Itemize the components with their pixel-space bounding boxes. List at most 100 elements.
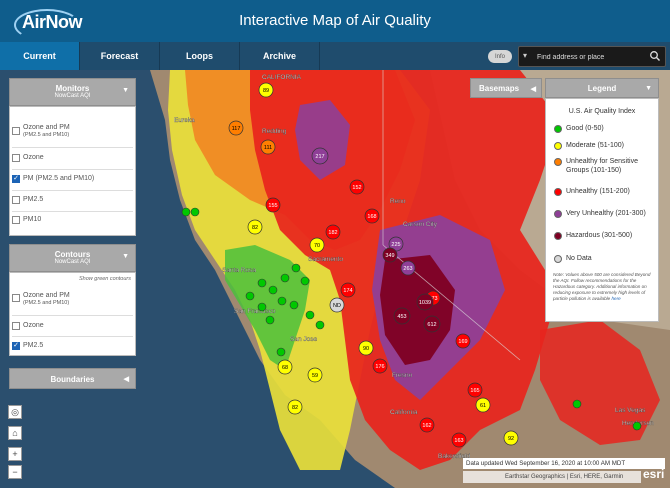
- tab-archive[interactable]: Archive: [240, 42, 320, 70]
- chevron-down-icon[interactable]: ▼: [645, 85, 652, 92]
- checkbox-pm[interactable]: ✓: [12, 175, 20, 183]
- place-label: Reno: [390, 198, 406, 205]
- legend-note-link[interactable]: here: [611, 296, 620, 301]
- checkbox-contour-ozone-pm[interactable]: [12, 294, 20, 302]
- monitor-marker: [300, 276, 310, 286]
- search-icon[interactable]: [649, 50, 661, 62]
- info-button[interactable]: Info: [488, 50, 512, 63]
- legend-dot: [554, 142, 562, 150]
- divider: [12, 336, 133, 337]
- monitors-title: Monitors: [55, 84, 90, 93]
- divider: [12, 147, 133, 148]
- monitor-value: 612: [427, 322, 436, 328]
- checkbox-contour-ozone[interactable]: [12, 322, 20, 330]
- legend-label: Unhealthy for Sensitive Groups (101-150): [566, 158, 638, 174]
- monitor-value: 349: [385, 253, 394, 259]
- home-icon[interactable]: ⌂: [8, 426, 22, 440]
- legend-header[interactable]: Legend ▼: [545, 78, 659, 98]
- monitor-value: 217: [315, 154, 324, 160]
- contours-panel-header[interactable]: Contours NowCast AQI ▼: [9, 244, 136, 272]
- chevron-left-icon[interactable]: ◀: [124, 375, 129, 383]
- chevron-down-icon[interactable]: ▼: [122, 87, 129, 94]
- monitor-value: 152: [352, 185, 361, 191]
- place-label: Carson City: [403, 221, 438, 228]
- monitor-marker: [305, 310, 315, 320]
- boundaries-panel-header[interactable]: Boundaries ◀: [9, 368, 136, 389]
- monitor-marker: [268, 285, 278, 295]
- monitor-value: 1039: [419, 300, 431, 306]
- checkbox-ozone-pm[interactable]: [12, 127, 20, 135]
- legend-title: Legend: [587, 83, 617, 93]
- legend-note: Note: Values above 500 are considered Be…: [553, 272, 655, 302]
- search-box: ▾: [518, 46, 666, 67]
- place-label: Fresno: [392, 372, 413, 379]
- monitor-marker: [291, 263, 301, 273]
- contour-option-ozone: Ozone: [23, 322, 44, 329]
- contours-title: Contours: [54, 250, 91, 259]
- option-pm25: PM2.5: [23, 196, 44, 203]
- legend-panel: U.S. Air Quality Index Good (0-50) Moder…: [545, 98, 659, 322]
- monitor-value: 155: [268, 203, 277, 209]
- monitor-marker: [276, 347, 286, 357]
- monitor-value: 89: [263, 88, 269, 94]
- divider: [12, 190, 133, 191]
- option-pm10: PM10: [23, 216, 42, 223]
- basemaps-button[interactable]: Basemaps ◀: [470, 78, 542, 98]
- monitor-marker: [280, 273, 290, 283]
- monitor-value: 453: [397, 314, 406, 320]
- monitor-value: 168: [367, 214, 376, 220]
- legend-label: Moderate (51-100): [566, 142, 624, 149]
- checkbox-contour-pm25[interactable]: ✓: [12, 342, 20, 350]
- monitor-value: 182: [328, 230, 337, 236]
- monitor-value: 169: [458, 339, 467, 345]
- tab-forecast[interactable]: Forecast: [80, 42, 160, 70]
- monitor-value: 263: [403, 266, 412, 272]
- chevron-down-icon[interactable]: ▼: [122, 253, 129, 260]
- legend-dot: [554, 255, 562, 263]
- place-label: California: [390, 409, 418, 416]
- option-sublabel: (PM2.5 and PM10): [23, 300, 70, 306]
- monitors-subtitle: NowCast AQI: [54, 93, 91, 99]
- monitor-value: 163: [454, 438, 463, 444]
- locate-icon[interactable]: ◎: [8, 405, 22, 419]
- tab-loops[interactable]: Loops: [160, 42, 240, 70]
- boundaries-title: Boundaries: [50, 375, 95, 384]
- app-header: AirNow Interactive Map of Air Quality: [0, 0, 670, 42]
- chevron-down-icon[interactable]: ▾: [523, 51, 527, 60]
- contours-subtitle: NowCast AQI: [54, 259, 91, 265]
- legend-note-text: Note: Values above 500 are considered Be…: [553, 272, 651, 301]
- tab-current[interactable]: Current: [0, 42, 80, 70]
- monitor-value: 68: [282, 365, 288, 371]
- place-label: San Jose: [290, 336, 317, 343]
- monitors-panel-header[interactable]: Monitors NowCast AQI ▼: [9, 78, 136, 106]
- monitor-marker: [257, 302, 267, 312]
- search-input[interactable]: [537, 50, 649, 64]
- monitor-marker: [265, 315, 275, 325]
- option-label: Ozone and PM: [23, 124, 70, 131]
- legend-item: Good (0-50): [554, 124, 656, 133]
- monitor-marker: [315, 320, 325, 330]
- legend-item: Very Unhealthy (201-300): [554, 209, 656, 218]
- divider: [12, 315, 133, 316]
- option-label: Ozone and PM: [23, 292, 70, 299]
- zoom-out-button[interactable]: −: [8, 465, 22, 479]
- checkbox-ozone[interactable]: [12, 154, 20, 162]
- checkbox-pm25[interactable]: [12, 196, 20, 204]
- zoom-in-button[interactable]: +: [8, 447, 22, 461]
- monitors-panel: Ozone and PM (PM2.5 and PM10) Ozone ✓ PM…: [9, 106, 136, 236]
- monitor-value: 61: [480, 403, 486, 409]
- legend-item: Unhealthy for Sensitive Groups (101-150): [554, 157, 656, 175]
- checkbox-pm10[interactable]: [12, 216, 20, 224]
- place-label: Santa Rosa: [222, 267, 256, 274]
- place-label: Las Vegas: [615, 407, 646, 414]
- page-title: Interactive Map of Air Quality: [239, 12, 431, 29]
- legend-label: Very Unhealthy (201-300): [566, 210, 646, 217]
- legend-item: Unhealthy (151-200): [554, 187, 656, 196]
- option-ozone-pm: Ozone and PM (PM2.5 and PM10): [23, 124, 70, 138]
- monitor-marker: [632, 421, 642, 431]
- place-label: CALIFORNIA: [262, 74, 302, 81]
- legend-item: No Data: [554, 254, 656, 263]
- contour-option-pm25: PM2.5: [23, 342, 44, 349]
- show-green-contours[interactable]: Show green contours: [79, 276, 131, 282]
- monitor-marker: [572, 399, 582, 409]
